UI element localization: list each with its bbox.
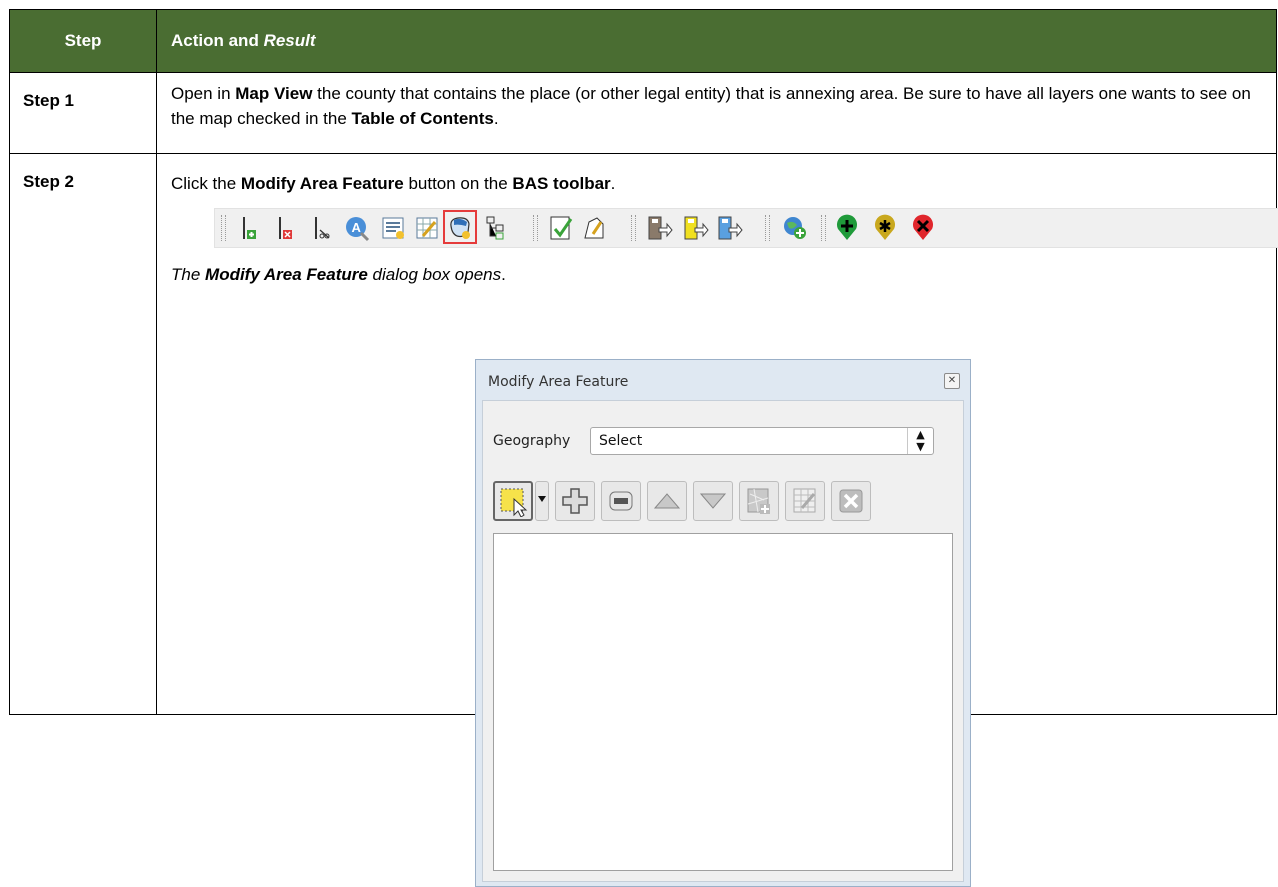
delete-point-icon[interactable] — [909, 214, 937, 242]
add-point-icon[interactable] — [833, 214, 861, 242]
edit-table-icon — [793, 488, 816, 513]
check-line-icon[interactable] — [547, 214, 575, 242]
toolbar-grip — [821, 215, 826, 241]
clear-button[interactable] — [831, 481, 871, 521]
remove-button[interactable] — [601, 481, 641, 521]
remove-icon — [609, 491, 633, 511]
modify-area-feature-icon[interactable] — [446, 214, 474, 242]
text: Click the — [171, 174, 241, 193]
map-add-button[interactable] — [739, 481, 779, 521]
import-icon[interactable] — [645, 214, 673, 242]
svg-text:A: A — [352, 220, 362, 235]
header-action: Action and Result — [156, 9, 1277, 73]
step-label: Step 2 — [9, 153, 157, 715]
bold-term: Table of Contents — [351, 109, 494, 128]
delete-line-icon[interactable] — [273, 214, 301, 242]
transfer-icon[interactable] — [715, 214, 743, 242]
select-mode-dropdown[interactable] — [535, 481, 549, 521]
instruction-line: Click the Modify Area Feature button on … — [171, 171, 1266, 196]
bold-term: Map View — [235, 84, 313, 103]
star-point-icon[interactable] — [871, 214, 899, 242]
add-button[interactable] — [555, 481, 595, 521]
step-label: Step 1 — [9, 72, 157, 154]
tree-icon[interactable] — [483, 214, 511, 242]
edit-table-button[interactable] — [785, 481, 825, 521]
close-icon[interactable]: ✕ — [944, 373, 960, 389]
move-up-icon — [653, 493, 681, 509]
move-up-button[interactable] — [647, 481, 687, 521]
toolbar-grip — [765, 215, 770, 241]
add-icon — [562, 488, 588, 514]
dialog-title: Modify Area Feature — [488, 374, 629, 390]
header-step: Step — [9, 9, 157, 73]
header-action-prefix: Action and — [171, 31, 264, 50]
modify-area-feature-dialog: Modify Area Feature ✕ Geography Select ▲… — [475, 359, 971, 887]
text: the county that contains the place (or o… — [171, 84, 1251, 128]
dropdown-arrow-icon — [538, 496, 546, 502]
result-caption: The Modify Area Feature dialog box opens… — [171, 262, 1266, 287]
export-icon[interactable] — [681, 214, 709, 242]
split-line-icon[interactable] — [309, 214, 337, 242]
address-icon[interactable]: A — [343, 214, 371, 242]
table-row: Step 1 Open in Map View the county that … — [9, 72, 1277, 154]
geography-select-value: Select — [599, 433, 643, 449]
text: . — [493, 109, 499, 128]
document-page: Step Action and Result Step 1 Open in Ma… — [9, 9, 1278, 887]
clear-icon — [839, 489, 863, 513]
select-arrows-icon: ▲ ▼ — [907, 428, 933, 454]
text-sheet-icon[interactable] — [379, 214, 407, 242]
toolbar-grip — [533, 215, 538, 241]
text: button on the — [403, 174, 513, 193]
dialog-body: Geography Select ▲ ▼ — [482, 400, 964, 882]
globe-add-icon[interactable] — [781, 214, 809, 242]
text: Open in — [171, 84, 236, 103]
move-down-button[interactable] — [693, 481, 733, 521]
select-tool-button[interactable] — [493, 481, 533, 521]
header-result: Result — [263, 31, 316, 50]
toolbar-grip — [221, 215, 226, 241]
bold-term: Modify Area Feature — [240, 174, 404, 193]
toolbar-grip — [631, 215, 636, 241]
edit-sheet-icon[interactable] — [413, 214, 441, 242]
geography-label: Geography — [493, 433, 571, 449]
text: The — [171, 265, 206, 284]
select-tool-icon — [500, 488, 528, 517]
edit-polygon-icon[interactable] — [581, 214, 609, 242]
feature-list[interactable] — [493, 533, 953, 871]
add-line-icon[interactable] — [237, 214, 265, 242]
bas-toolbar: A — [214, 208, 1278, 248]
map-add-icon — [747, 488, 770, 514]
text: . — [610, 174, 616, 193]
table-header-row: Step Action and Result — [9, 9, 1277, 73]
text: . — [501, 265, 506, 284]
step-instructions: Open in Map View the county that contain… — [156, 72, 1277, 154]
move-down-icon — [699, 493, 727, 509]
bold-term: Modify Area Feature — [205, 265, 368, 284]
geography-select[interactable]: Select ▲ ▼ — [590, 427, 934, 455]
text: dialog box opens — [367, 265, 502, 284]
bold-term: BAS toolbar — [512, 174, 611, 193]
